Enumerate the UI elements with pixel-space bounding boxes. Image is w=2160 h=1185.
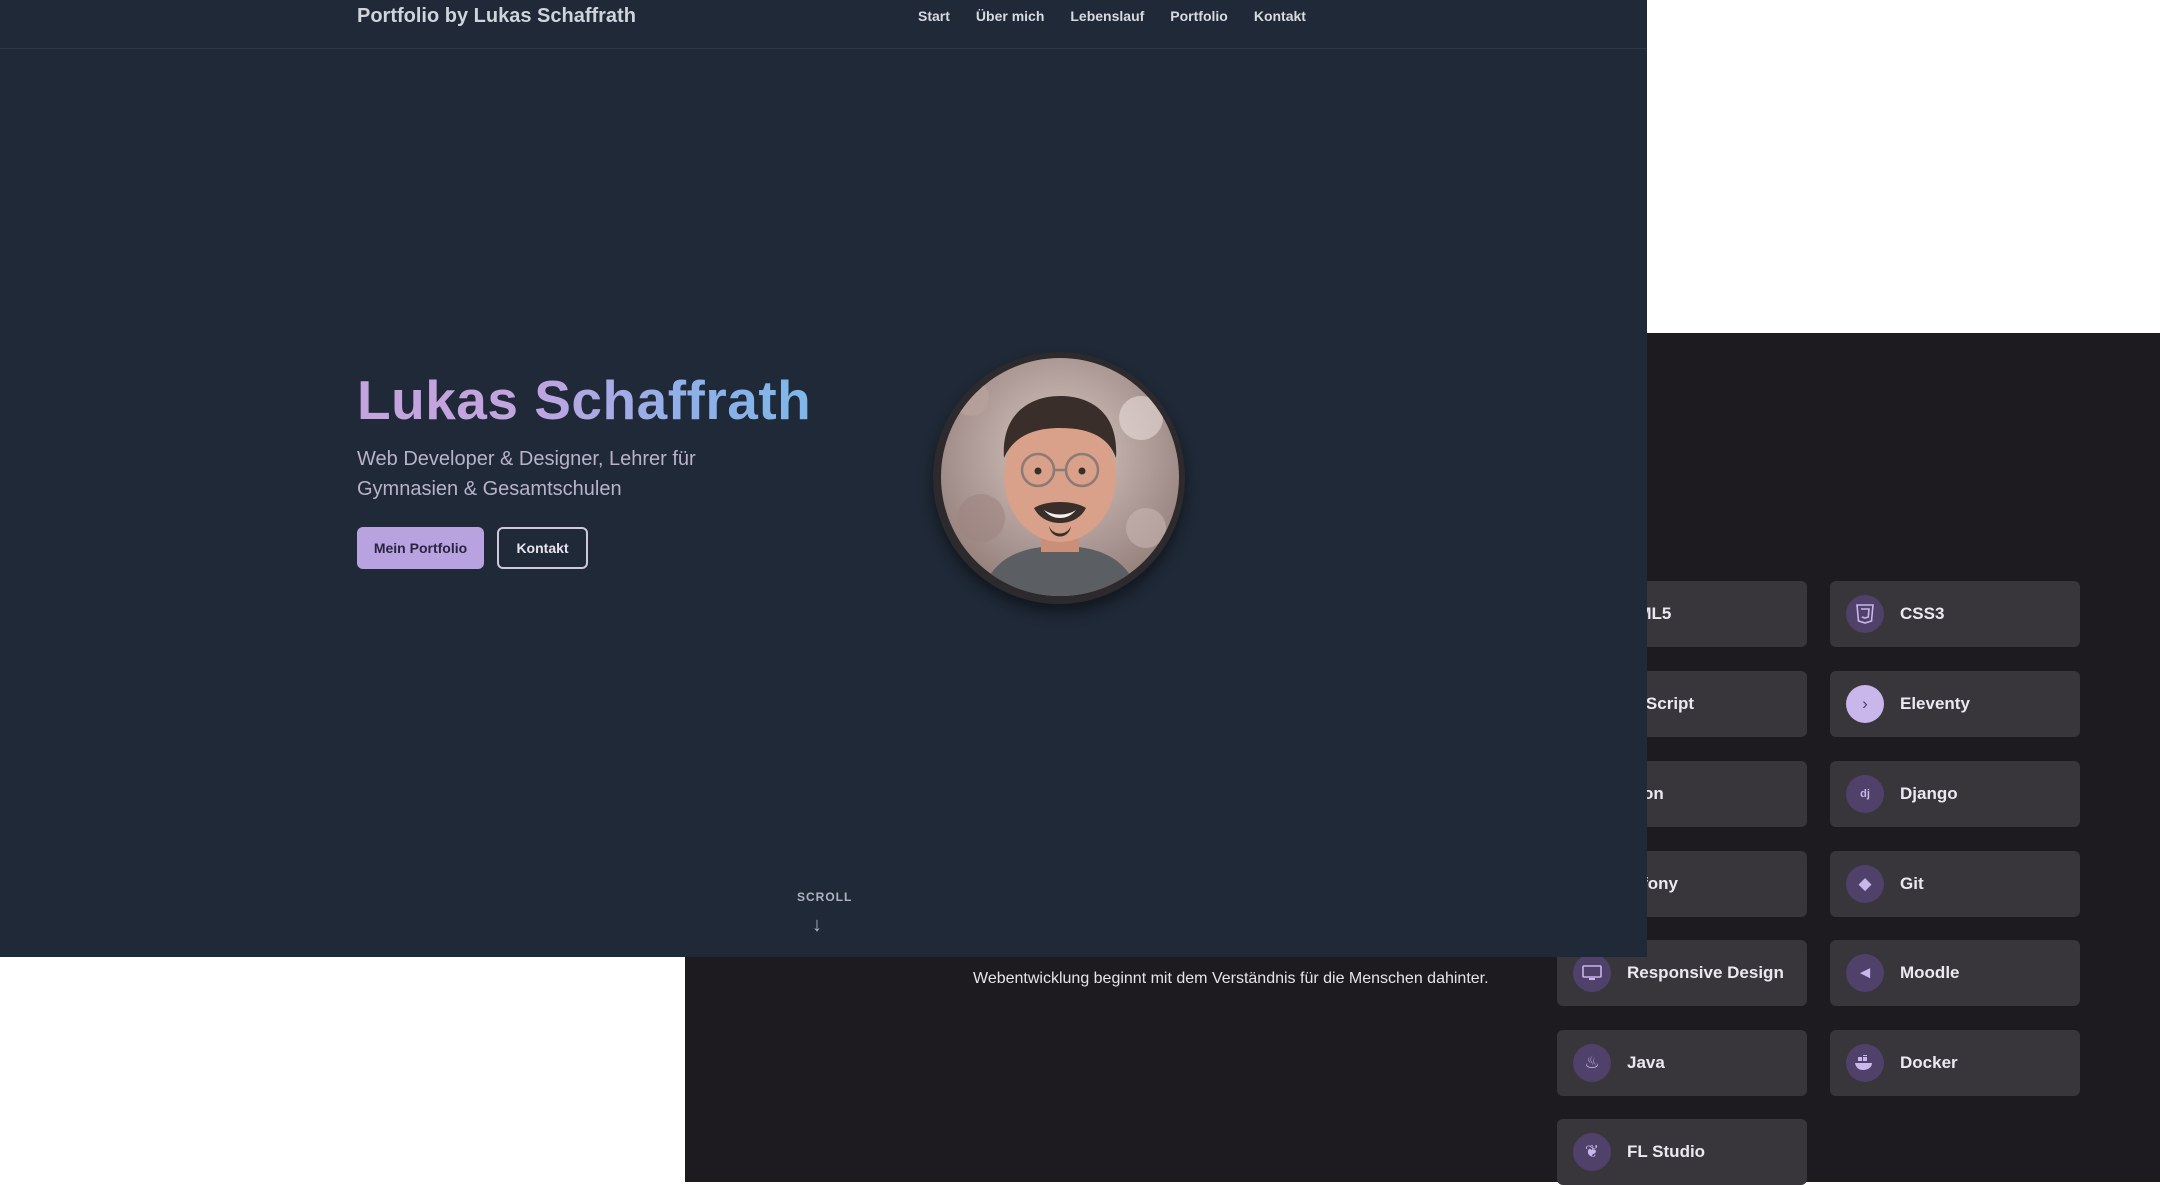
skill-card-moodle[interactable]: ◄ Moodle — [1830, 940, 2080, 1006]
skill-label: Django — [1900, 784, 1958, 803]
skill-label: Moodle — [1900, 963, 1960, 982]
nav-item-ueber-mich[interactable]: Über mich — [976, 8, 1044, 24]
skill-card-css3[interactable]: CSS3 — [1830, 581, 2080, 647]
arrow-down-icon[interactable]: ↓ — [812, 914, 822, 937]
skill-label: Eleventy — [1900, 694, 1970, 713]
top-navigation-bar: Portfolio by Lukas Schaffrath Start Über… — [0, 0, 1647, 49]
moodle-icon: ◄ — [1846, 954, 1884, 992]
nav-item-kontakt[interactable]: Kontakt — [1254, 8, 1306, 24]
skill-label: Git — [1900, 874, 1924, 893]
git-icon: ◆ — [1846, 865, 1884, 903]
fl-studio-icon: ❦ — [1573, 1133, 1611, 1171]
scroll-hint-label: SCROLL — [797, 890, 853, 904]
eleventy-icon: › — [1846, 685, 1884, 723]
contact-button[interactable]: Kontakt — [497, 527, 588, 569]
profile-avatar — [933, 352, 1185, 604]
skill-card-docker[interactable]: Docker — [1830, 1030, 2080, 1096]
main-navigation: Start Über mich Lebenslauf Portfolio Kon… — [918, 8, 1306, 24]
django-icon: dj — [1846, 775, 1884, 813]
skill-card-java[interactable]: ♨ Java — [1557, 1030, 1807, 1096]
skill-label: Java — [1627, 1053, 1665, 1072]
skill-label: CSS3 — [1900, 604, 1945, 623]
nav-item-lebenslauf[interactable]: Lebenslauf — [1070, 8, 1144, 24]
responsive-design-icon — [1573, 954, 1611, 992]
portrait-photo — [941, 358, 1179, 596]
skill-label: Docker — [1900, 1053, 1958, 1072]
hero-title: Lukas Schaffrath — [357, 368, 811, 432]
skill-card-git[interactable]: ◆ Git — [1830, 851, 2080, 917]
nav-item-start[interactable]: Start — [918, 8, 950, 24]
skill-card-fl-studio[interactable]: ❦ FL Studio — [1557, 1119, 1807, 1185]
skill-card-eleventy[interactable]: › Eleventy — [1830, 671, 2080, 737]
java-icon: ♨ — [1573, 1044, 1611, 1082]
docker-icon — [1846, 1044, 1884, 1082]
hero-last-name: Schaffrath — [534, 369, 812, 431]
portfolio-button[interactable]: Mein Portfolio — [357, 527, 484, 569]
hero-section: Portfolio by Lukas Schaffrath Start Über… — [0, 0, 1647, 957]
about-text: Webentwicklung beginnt mit dem Verständn… — [973, 970, 1489, 987]
css3-icon — [1846, 595, 1884, 633]
skill-label: Responsive Design — [1627, 963, 1784, 982]
nav-item-portfolio[interactable]: Portfolio — [1170, 8, 1228, 24]
skill-label: FL Studio — [1627, 1142, 1706, 1161]
hero-first-name: Lukas — [357, 369, 519, 431]
site-brand[interactable]: Portfolio by Lukas Schaffrath — [357, 5, 636, 28]
hero-subtitle: Web Developer & Designer, Lehrer für Gym… — [357, 448, 696, 500]
skill-card-django[interactable]: dj Django — [1830, 761, 2080, 827]
